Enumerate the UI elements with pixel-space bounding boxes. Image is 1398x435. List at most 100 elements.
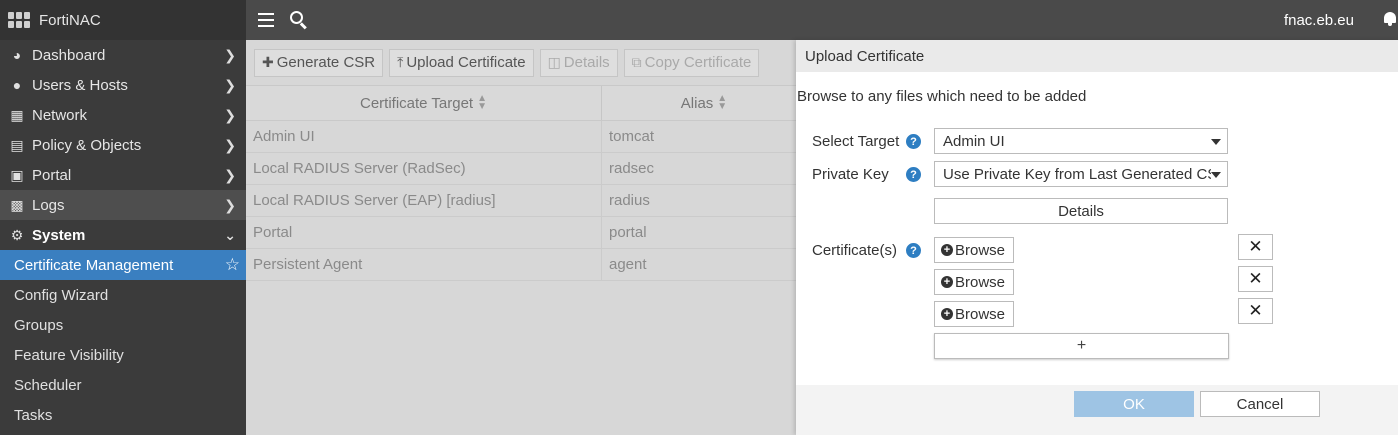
sidebar-item-tasks[interactable]: Tasks: [0, 400, 246, 430]
copy-icon: ⧉: [631, 54, 642, 70]
sidebar-item-dashboard[interactable]: ◕ Dashboard ❯: [0, 40, 246, 70]
column-header-alias[interactable]: Alias ▲ ▼: [602, 86, 806, 120]
table-row[interactable]: Admin UI tomcat: [246, 121, 806, 153]
sidebar-item-label: Policy & Objects: [32, 136, 142, 154]
host-name[interactable]: fnac.eb.eu: [1284, 12, 1354, 29]
star-icon[interactable]: ☆: [225, 250, 240, 280]
plus-circle-icon: +: [941, 308, 953, 320]
select-target-dropdown[interactable]: Admin UI: [934, 128, 1228, 154]
private-key-dropdown[interactable]: Use Private Key from Last Generated CSR: [934, 161, 1228, 187]
plus-circle-icon: +: [941, 244, 953, 256]
copy-certificate-button[interactable]: ⧉ Copy Certificate: [623, 48, 760, 77]
caret-down-icon: [1211, 139, 1221, 145]
chevron-right-icon: ❯: [224, 166, 236, 183]
cell-alias: radsec: [609, 160, 655, 177]
caret-down-icon: [1211, 172, 1221, 178]
search-icon[interactable]: [290, 11, 308, 30]
help-icon[interactable]: ?: [906, 243, 921, 258]
network-icon: ▦: [10, 106, 24, 123]
browse-label: Browse: [955, 273, 1006, 291]
cell-alias: tomcat: [609, 128, 655, 145]
brand[interactable]: FortiNAC: [0, 0, 246, 40]
details-label: Details: [563, 54, 610, 71]
bell-icon[interactable]: [1384, 12, 1396, 26]
column-header-label: Certificate Target: [359, 94, 474, 112]
browse-button[interactable]: + Browse: [934, 237, 1014, 263]
column-header-label: Alias: [680, 94, 714, 112]
chevron-right-icon: ❯: [224, 106, 236, 123]
remove-certificate-button[interactable]: ✕: [1238, 266, 1273, 292]
sidebar-subitem-label: Certificate Management: [14, 256, 174, 274]
cancel-button[interactable]: Cancel: [1200, 391, 1320, 417]
fortinac-logo-icon: [8, 12, 30, 28]
table-row[interactable]: Portal portal: [246, 217, 806, 249]
chevron-down-icon: ⌄: [224, 226, 236, 243]
sidebar-subitem-label: Scheduler: [14, 376, 82, 394]
upload-certificate-button[interactable]: ⤒ Upload Certificate: [389, 48, 534, 77]
add-certificate-button[interactable]: +: [934, 333, 1229, 359]
top-bar: fnac.eb.eu: [246, 0, 1398, 40]
table-row[interactable]: Local RADIUS Server (RadSec) radsec: [246, 153, 806, 185]
user-icon: ●: [12, 77, 22, 93]
sidebar-item-policy-objects[interactable]: ▤ Policy & Objects ❯: [0, 130, 246, 160]
select-target-value: Admin UI: [943, 132, 1005, 150]
policy-icon: ▤: [10, 136, 24, 153]
sort-icon: ▲ ▼: [717, 93, 728, 112]
help-icon[interactable]: ?: [906, 134, 921, 149]
sidebar-item-system[interactable]: ⚙ System ⌄: [0, 220, 246, 250]
help-icon[interactable]: ?: [906, 167, 921, 182]
sidebar: FortiNAC ◕ Dashboard ❯ ● Users & Hosts ❯…: [0, 0, 246, 435]
cell-target: Portal: [246, 217, 602, 248]
gear-icon: ⚙: [10, 226, 24, 243]
certificates-label: Certificate(s): [812, 242, 898, 259]
sidebar-item-label: Logs: [32, 196, 65, 214]
sidebar-item-label: Network: [32, 106, 88, 124]
sidebar-item-label: Users & Hosts: [32, 76, 128, 94]
details-icon: ◫: [547, 54, 561, 70]
private-key-label: Private Key: [812, 166, 889, 183]
sidebar-item-portal[interactable]: ▣ Portal ❯: [0, 160, 246, 190]
generate-csr-button[interactable]: ✚ Generate CSR: [254, 48, 384, 77]
dialog-title: Upload Certificate: [796, 40, 1398, 72]
plus-circle-icon: +: [941, 276, 953, 288]
browse-button[interactable]: + Browse: [934, 301, 1014, 327]
cell-alias: portal: [609, 224, 647, 241]
sidebar-item-network[interactable]: ▦ Network ❯: [0, 100, 246, 130]
dashboard-icon: ◕: [12, 47, 22, 63]
sidebar-item-label: Portal: [32, 166, 72, 184]
sidebar-item-users-hosts[interactable]: ● Users & Hosts ❯: [0, 70, 246, 100]
sidebar-subitem-label: Groups: [14, 316, 64, 334]
table-row[interactable]: Local RADIUS Server (EAP) [radius] radiu…: [246, 185, 806, 217]
select-target-label: Select Target: [812, 133, 900, 150]
details-button[interactable]: ◫ Details: [539, 48, 618, 77]
browse-button[interactable]: + Browse: [934, 269, 1014, 295]
column-header-certificate-target[interactable]: Certificate Target ▲ ▼: [246, 86, 602, 120]
table-row[interactable]: Persistent Agent agent: [246, 249, 806, 281]
table-header: Certificate Target ▲ ▼ Alias ▲ ▼: [246, 85, 806, 121]
sidebar-item-config-wizard[interactable]: Config Wizard: [0, 280, 246, 310]
remove-certificate-button[interactable]: ✕: [1238, 298, 1273, 324]
chevron-right-icon: ❯: [224, 196, 236, 213]
sidebar-item-feature-visibility[interactable]: Feature Visibility: [0, 340, 246, 370]
ok-button[interactable]: OK: [1074, 391, 1194, 417]
generate-csr-label: Generate CSR: [276, 54, 376, 71]
portal-icon: ▣: [10, 166, 24, 183]
sidebar-item-certificate-management[interactable]: Certificate Management ☆: [0, 250, 246, 280]
sidebar-item-scheduler[interactable]: Scheduler: [0, 370, 246, 400]
certificate-table: Certificate Target ▲ ▼ Alias ▲ ▼ Admin UI …: [246, 85, 806, 281]
dialog-message: Browse to any files which need to be add…: [797, 88, 1087, 105]
upload-certificate-dialog: Upload Certificate Browse to any files w…: [796, 40, 1398, 435]
cell-target: Admin UI: [246, 121, 602, 152]
private-key-value: Use Private Key from Last Generated CSR: [943, 165, 1211, 183]
dialog-footer: OK Cancel: [796, 385, 1398, 435]
toolbar: ✚ Generate CSR ⤒ Upload Certificate ◫ De…: [246, 40, 806, 85]
browse-label: Browse: [955, 241, 1006, 259]
sidebar-item-logs[interactable]: ▩ Logs ❯: [0, 190, 246, 220]
sidebar-item-groups[interactable]: Groups: [0, 310, 246, 340]
browse-label: Browse: [955, 305, 1006, 323]
cell-target: Local RADIUS Server (RadSec): [246, 153, 602, 184]
menu-icon[interactable]: [258, 13, 274, 27]
remove-certificate-button[interactable]: ✕: [1238, 234, 1273, 260]
cell-alias: radius: [609, 192, 650, 209]
private-key-details-button[interactable]: Details: [934, 198, 1228, 224]
